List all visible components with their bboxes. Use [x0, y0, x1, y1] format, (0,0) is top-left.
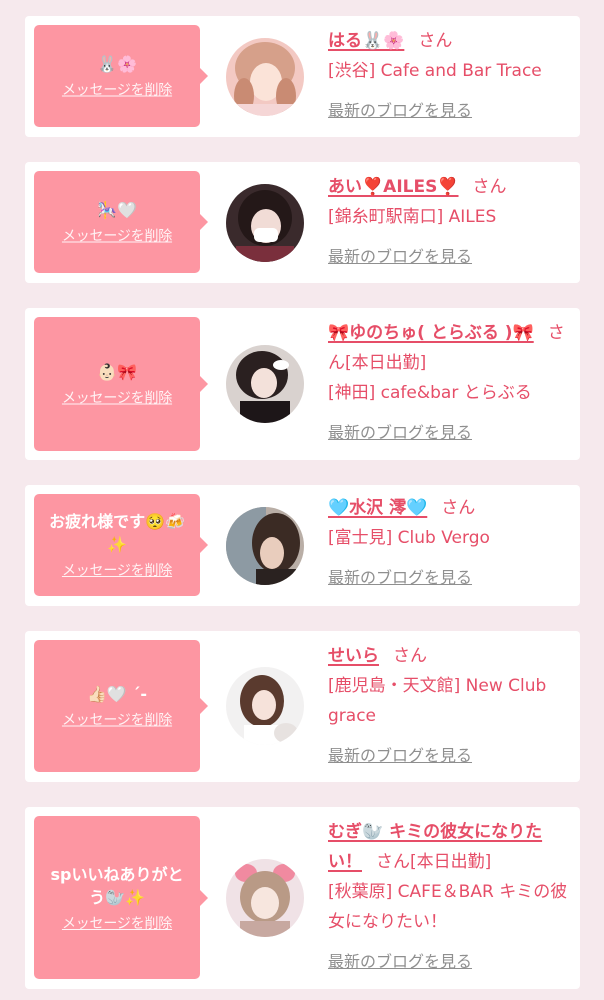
message-text: 🎠🤍	[97, 200, 137, 220]
honorific: さん	[418, 31, 453, 51]
message-text: spいいねありがとう🦭✨	[50, 864, 184, 907]
shop-name: [錦糸町駅南口] AILES	[328, 207, 497, 227]
honorific: さん	[472, 177, 507, 197]
delete-message-link[interactable]: メッセージを削除	[62, 913, 172, 933]
cast-info: せいら さん [鹿児島・天文館] New Club grace 最新のブログを見る	[328, 641, 568, 771]
cast-info: はる🐰🌸 さん [渋谷] Cafe and Bar Trace 最新のブログを見る	[328, 26, 568, 126]
message-text: 👍🏻🤍 ˊ-	[86, 684, 148, 704]
avatar[interactable]	[226, 38, 304, 116]
message-card: spいいねありがとう🦭✨ メッセージを削除 むぎ🦭 キミの彼女になりたい！ さん[…	[25, 807, 580, 989]
shop-name: [鹿児島・天文館] New Club grace	[328, 676, 547, 726]
delete-message-link[interactable]: メッセージを削除	[62, 560, 172, 580]
message-card: お疲れ様です🥺🍻✨ メッセージを削除 🩵水沢 澪🩵 さん [富士見] Club V…	[25, 485, 580, 606]
delete-message-link[interactable]: メッセージを削除	[62, 80, 172, 100]
cast-info: 🎀ゆのちゅ( とらぶる )🎀 さん[本日出勤] [神田] cafe&bar とらぶ…	[328, 318, 568, 448]
avatar[interactable]	[226, 345, 304, 423]
honorific: さん	[393, 646, 427, 666]
latest-blog-link[interactable]: 最新のブログを見る	[328, 96, 568, 126]
status-tag: [本日出勤]	[410, 852, 492, 872]
avatar[interactable]	[226, 859, 304, 937]
shop-name: [渋谷] Cafe and Bar Trace	[328, 61, 542, 81]
delete-message-link[interactable]: メッセージを削除	[62, 388, 172, 408]
message-bubble: 👍🏻🤍 ˊ- メッセージを削除	[34, 640, 208, 772]
latest-blog-link[interactable]: 最新のブログを見る	[328, 242, 568, 272]
message-card: 👶🏻🎀 メッセージを削除 🎀ゆのちゅ( とらぶる )🎀 さん[本日出勤] [神田]…	[25, 308, 580, 460]
message-card: 👍🏻🤍 ˊ- メッセージを削除 せいら さん [鹿児島・天文館] New Club…	[25, 631, 580, 782]
message-bubble: 🐰🌸 メッセージを削除	[34, 25, 208, 127]
message-text: 👶🏻🎀	[97, 362, 137, 382]
avatar[interactable]	[226, 667, 304, 745]
message-bubble: spいいねありがとう🦭✨ メッセージを削除	[34, 816, 208, 979]
cast-info: あい❣️AILES❣️ さん [錦糸町駅南口] AILES 最新のブログを見る	[328, 172, 568, 272]
delete-message-link[interactable]: メッセージを削除	[62, 710, 172, 730]
latest-blog-link[interactable]: 最新のブログを見る	[328, 947, 568, 977]
message-bubble: 👶🏻🎀 メッセージを削除	[34, 317, 208, 451]
latest-blog-link[interactable]: 最新のブログを見る	[328, 741, 568, 771]
status-tag: [本日出勤]	[345, 353, 427, 373]
avatar[interactable]	[226, 184, 304, 262]
message-text: お疲れ様です🥺🍻✨	[49, 512, 185, 554]
shop-name: [富士見] Club Vergo	[328, 528, 490, 548]
latest-blog-link[interactable]: 最新のブログを見る	[328, 563, 568, 593]
avatar[interactable]	[226, 507, 304, 585]
message-bubble: 🎠🤍 メッセージを削除	[34, 171, 208, 273]
message-card: 🎠🤍 メッセージを削除 あい❣️AILES❣️ さん [錦糸町駅南口] AILES…	[25, 162, 580, 283]
honorific: さん	[441, 498, 476, 518]
message-text: 🐰🌸	[97, 54, 137, 74]
message-bubble: お疲れ様です🥺🍻✨ メッセージを削除	[34, 494, 208, 596]
delete-message-link[interactable]: メッセージを削除	[62, 226, 172, 246]
cast-name-link[interactable]: はる🐰🌸	[328, 31, 404, 51]
cast-name-link[interactable]: 🩵水沢 澪🩵	[328, 498, 427, 518]
cast-name-link[interactable]: せいら	[328, 646, 379, 666]
cast-info: むぎ🦭 キミの彼女になりたい！ さん[本日出勤] [秋葉原] CAFE＆BAR キ…	[328, 817, 568, 977]
shop-name: [神田] cafe&bar とらぶる	[328, 383, 532, 403]
cast-name-link[interactable]: あい❣️AILES❣️	[328, 177, 459, 197]
cast-info: 🩵水沢 澪🩵 さん [富士見] Club Vergo 最新のブログを見る	[328, 493, 568, 593]
honorific: さん	[376, 852, 410, 872]
latest-blog-link[interactable]: 最新のブログを見る	[328, 418, 568, 448]
message-card: 🐰🌸 メッセージを削除 はる🐰🌸 さん [渋谷] Cafe and Bar Tra…	[25, 16, 580, 137]
shop-name: [秋葉原] CAFE＆BAR キミの彼女になりたい！	[328, 882, 568, 932]
cast-name-link[interactable]: 🎀ゆのちゅ( とらぶる )🎀	[328, 323, 534, 343]
